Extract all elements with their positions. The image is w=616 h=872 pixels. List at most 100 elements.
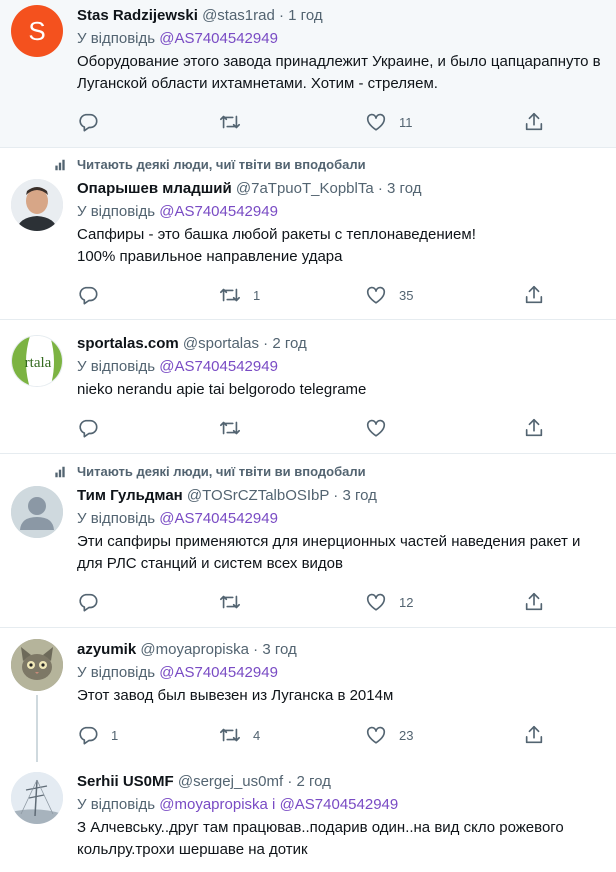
heart-icon [365,591,387,613]
avatar[interactable] [11,179,63,231]
reply-context: У відповідь @AS7404542949 [77,29,616,49]
reply-mention[interactable]: @AS7404542949 [159,203,278,220]
reply-context: У відповідь @AS7404542949 [77,357,616,377]
user-name[interactable]: Stas Radzijewski [77,7,198,24]
reply-context: У відповідь @moyapropiska і @AS740454294… [77,795,616,815]
tweet-time[interactable]: 1 год [288,7,322,24]
reply-mention[interactable]: @moyapropiska [159,796,268,813]
retweet-icon [219,284,241,306]
like-button[interactable]: 23 [365,724,413,746]
reply-button[interactable] [77,591,111,613]
retweet-icon [219,111,241,133]
user-name[interactable]: Опарышев младший [77,180,232,197]
tweet[interactable]: Читають деякі люди, чиї твіти ви вподоба… [0,454,616,628]
avatar[interactable]: S [11,5,63,57]
reply-icon [77,284,99,306]
retweet-button[interactable] [219,111,253,133]
avatar[interactable] [11,772,63,824]
user-name[interactable]: sportalas.com [77,335,179,352]
share-button[interactable] [523,724,545,746]
like-button[interactable]: 11 [365,111,413,133]
retweet-count: 1 [253,287,261,303]
retweet-icon [219,417,241,439]
tweet-header: Опарышев младший @7aTpuoT_KopblTa · 3 го… [77,179,616,199]
like-count: 23 [399,727,414,743]
tweet-actions [77,417,545,439]
user-name[interactable]: azyumik [77,641,136,658]
avatar[interactable] [11,639,63,691]
retweet-button[interactable] [219,591,253,613]
retweet-icon [219,724,241,746]
tweet-header: azyumik @moyapropiska · 3 год [77,640,616,660]
reply-mention[interactable]: @AS7404542949 [280,796,399,813]
tweet-actions: 11 [77,111,545,133]
retweet-button[interactable] [219,417,253,439]
social-context-text: Читають деякі люди, чиї твіти ви вподоба… [77,464,366,479]
reply-button[interactable] [77,417,111,439]
reply-icon [77,417,99,439]
tweet-time[interactable]: 3 год [387,180,421,197]
user-handle[interactable]: @sportalas [183,335,259,352]
tweet[interactable]: Serhii US0MF @sergej_us0mf · 2 год У від… [0,760,616,872]
default-avatar-icon [11,486,63,538]
retweet-button[interactable]: 1 [219,284,260,306]
reply-mention[interactable]: @AS7404542949 [159,510,278,527]
reply-context: У відповідь @AS7404542949 [77,509,616,529]
tweet-text: Эти сапфиры применяются для инерционных … [77,533,581,572]
tweet-text: Оборудование этого завода принадлежит Ук… [77,53,601,92]
tweet-text: nieko nerandu apie tai belgorodo telegra… [77,381,367,398]
social-context-icon [53,465,67,479]
user-handle[interactable]: @moyapropiska [140,641,249,658]
share-button[interactable] [523,591,545,613]
avatar[interactable] [11,486,63,538]
reply-prefix: У відповідь [77,30,156,47]
share-button[interactable] [523,417,545,439]
avatar[interactable]: rtala [11,335,63,387]
tweet[interactable]: rtala sportalas.com @sportalas · 2 год У… [0,320,616,454]
reply-button[interactable] [77,284,111,306]
retweet-button[interactable]: 4 [219,724,260,746]
reply-prefix: У відповідь [77,358,156,375]
share-button[interactable] [523,284,545,306]
tweet[interactable]: Читають деякі люди, чиї твіти ви вподоба… [0,148,616,320]
tweet-time[interactable]: 3 год [342,487,376,504]
like-count: 11 [399,114,413,130]
avatar-cat [11,639,63,691]
user-name[interactable]: Тим Гульдман [77,487,183,504]
tweet[interactable]: S Stas Radzijewski @stas1rad · 1 год У в… [0,0,616,148]
share-icon [523,724,545,746]
avatar-logo-text: rtala [25,355,52,371]
tweet-header: Тим Гульдман @TOSrCZTalbOSIbP · 3 год [77,486,616,506]
reply-prefix: У відповідь [77,510,156,527]
user-handle[interactable]: @sergej_us0mf [178,773,283,790]
user-handle[interactable]: @TOSrCZTalbOSIbP [187,487,329,504]
separator-dot: · [333,487,339,504]
user-handle[interactable]: @7aTpuoT_KopblTa [236,180,374,197]
share-button[interactable] [523,111,545,133]
reply-button[interactable]: 1 [77,724,118,746]
tweet-time[interactable]: 2 год [272,335,306,352]
retweet-count: 4 [253,727,261,743]
tweet-text: З Алчевську..друг там працював..подарив … [77,819,564,858]
heart-icon [365,417,387,439]
user-name[interactable]: Serhii US0MF [77,773,174,790]
reply-mention[interactable]: @AS7404542949 [159,358,278,375]
tweet-time[interactable]: 3 год [262,641,296,658]
reply-mention[interactable]: @AS7404542949 [159,30,278,47]
social-context: Читають деякі люди, чиї твіти ви вподоба… [77,157,366,172]
like-button[interactable] [365,417,399,439]
avatar-logo: rtala [12,336,62,386]
social-context: Читають деякі люди, чиї твіти ви вподоба… [77,464,366,479]
tweet[interactable]: azyumik @moyapropiska · 3 год У відповід… [0,628,616,762]
reply-mention[interactable]: @AS7404542949 [159,664,278,681]
reply-prefix: У відповідь [77,664,156,681]
tweet-time[interactable]: 2 год [296,773,330,790]
heart-icon [365,724,387,746]
like-count: 12 [399,594,414,610]
like-button[interactable]: 35 [365,284,413,306]
user-handle[interactable]: @stas1rad [202,7,275,24]
reply-button[interactable] [77,111,111,133]
like-button[interactable]: 12 [365,591,413,613]
heart-icon [365,284,387,306]
separator-dot: · [279,7,284,24]
